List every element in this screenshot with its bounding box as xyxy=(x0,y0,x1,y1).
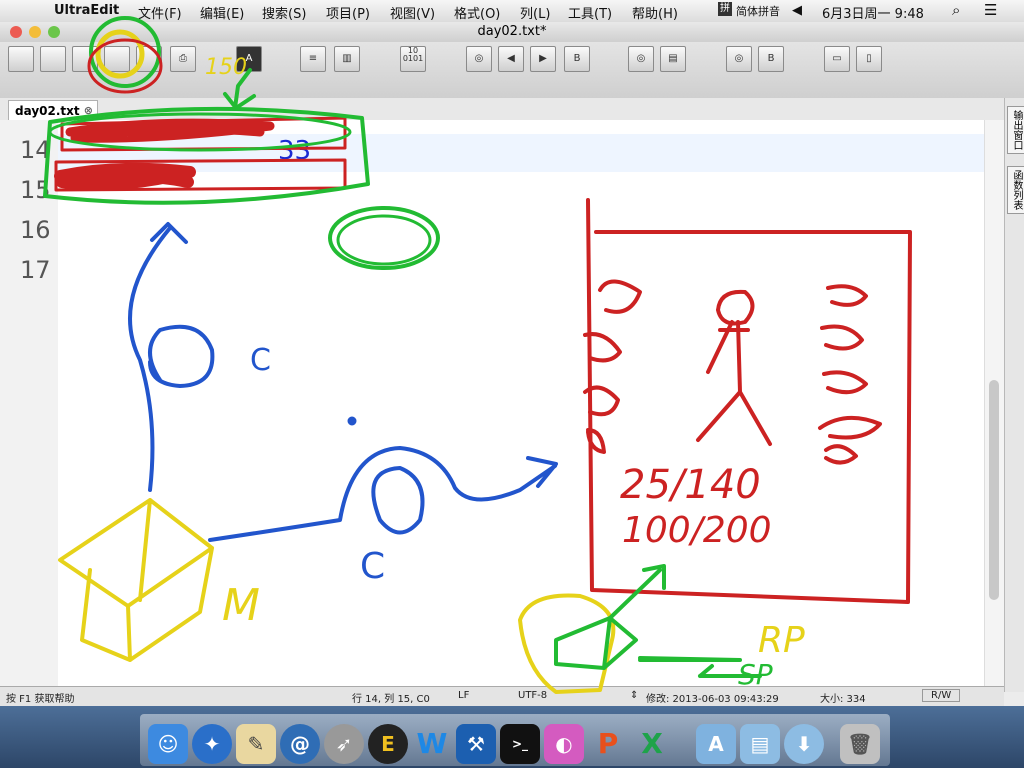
menu-tools[interactable]: 工具(T) xyxy=(568,3,612,22)
find-previous-icon[interactable]: ◀ xyxy=(498,46,524,72)
line-number-gutter: 14 15 16 17 xyxy=(0,120,58,692)
xcode-icon[interactable]: ⚒ xyxy=(456,724,496,764)
hex-mode-icon[interactable]: 10 0101 xyxy=(400,46,426,72)
notification-list-icon[interactable]: ☰ xyxy=(984,1,997,19)
split-horizontal-icon[interactable]: ▭ xyxy=(824,46,850,72)
window-title: day02.txt* xyxy=(477,24,547,39)
find-in-files-icon[interactable]: ◎ xyxy=(628,46,654,72)
tab-bar: day02.txt ⊗ xyxy=(0,98,1004,121)
annotation-m: M xyxy=(222,580,260,631)
project-find-icon[interactable]: ◎ xyxy=(726,46,752,72)
menu-column[interactable]: 列(L) xyxy=(520,3,550,22)
menu-bar: UltraEdit 文件(F) 编辑(E) 搜索(S) 项目(P) 视图(V) … xyxy=(0,0,1024,23)
annotation-150: 150 xyxy=(205,55,247,80)
vertical-scroll-thumb[interactable] xyxy=(989,380,999,600)
menu-edit[interactable]: 编辑(E) xyxy=(200,3,244,22)
menu-search[interactable]: 搜索(S) xyxy=(262,3,306,22)
dock: ☺ ✦ ✎ @ ➶ E W ⚒ >_ ◐ P X A ▤ ⬇ 🗑 xyxy=(0,706,1024,768)
ultraedit-icon[interactable]: E xyxy=(368,724,408,764)
new-file-icon[interactable] xyxy=(8,46,34,72)
status-position: 行 14, 列 15, C0 xyxy=(352,694,430,705)
dock-shelf: ☺ ✦ ✎ @ ➶ E W ⚒ >_ ◐ P X A ▤ ⬇ 🗑 xyxy=(140,714,890,766)
tab-label: day02.txt xyxy=(15,104,80,118)
ultraedit-window: day02.txt* ⎙ A ≡ ▥ 10 0101 ◎ ◀ ▶ B ◎ ▤ ◎ … xyxy=(0,22,1024,707)
tab-close-icon[interactable]: ⊗ xyxy=(84,101,93,121)
menu-file[interactable]: 文件(F) xyxy=(138,3,182,22)
safari-icon[interactable]: ✦ xyxy=(192,724,232,764)
annotation-c-upper: C xyxy=(250,343,271,378)
annotation-c-lower: C xyxy=(360,546,386,587)
menu-format[interactable]: 格式(O) xyxy=(454,3,500,22)
input-method-label[interactable]: 简体拼音 xyxy=(736,3,780,19)
status-help: 按 F1 获取帮助 xyxy=(6,694,75,705)
editor-area[interactable]: 14 15 16 17 33 xyxy=(0,120,1005,692)
tab-day02[interactable]: day02.txt ⊗ xyxy=(8,100,98,120)
side-panel: 输出窗口 函数列表 xyxy=(1004,98,1024,692)
list-icon[interactable]: ≡ xyxy=(300,46,326,72)
column-mode-icon[interactable]: ▥ xyxy=(334,46,360,72)
split-vertical-icon[interactable]: ▯ xyxy=(856,46,882,72)
launchpad-icon[interactable]: ➶ xyxy=(324,724,364,764)
documents-folder-icon[interactable]: ▤ xyxy=(740,724,780,764)
save-icon[interactable] xyxy=(104,46,130,72)
replace-icon[interactable]: B xyxy=(564,46,590,72)
encoding-stepper-icon[interactable]: ⇕ xyxy=(630,690,638,701)
status-mode[interactable]: R/W xyxy=(922,689,961,702)
menu-view[interactable]: 视图(V) xyxy=(390,3,435,22)
find-next-icon[interactable]: ▶ xyxy=(530,46,556,72)
applications-folder-icon[interactable]: A xyxy=(696,724,736,764)
line-number: 14 xyxy=(20,136,51,164)
toolbar: ⎙ A ≡ ▥ 10 0101 ◎ ◀ ▶ B ◎ ▤ ◎ B ▭ ▯ xyxy=(0,42,1024,99)
status-size: 大小: 334 xyxy=(820,694,866,705)
menu-project[interactable]: 项目(P) xyxy=(326,3,370,22)
line14-text: 33 xyxy=(278,136,312,166)
vertical-scrollbar[interactable] xyxy=(984,120,1005,692)
excel-icon[interactable]: X xyxy=(632,724,672,764)
line-number: 16 xyxy=(20,216,51,244)
current-line-highlight xyxy=(58,134,988,172)
replace-in-files-icon[interactable]: ▤ xyxy=(660,46,686,72)
output-window-button[interactable]: 输出窗口 xyxy=(1007,106,1024,154)
project-replace-icon[interactable]: B xyxy=(758,46,784,72)
clock[interactable]: 6月3日周一 9:48 xyxy=(822,3,924,22)
input-method-icon[interactable]: 拼 xyxy=(718,2,732,16)
print-icon[interactable]: ⎙ xyxy=(170,46,196,72)
pill-app-icon[interactable]: ◐ xyxy=(544,724,584,764)
status-line-ending: LF xyxy=(458,690,470,701)
annotation-fraction-2: 100/200 xyxy=(622,510,772,551)
textedit-icon[interactable]: ✎ xyxy=(236,724,276,764)
line-number: 17 xyxy=(20,256,51,284)
annotation-sp: SP xyxy=(738,658,773,691)
spotlight-search-icon[interactable]: ⌕ xyxy=(952,1,960,19)
downloads-folder-icon[interactable]: ⬇ xyxy=(784,724,824,764)
save-all-icon[interactable] xyxy=(136,46,162,72)
line-number: 15 xyxy=(20,176,51,204)
status-encoding[interactable]: UTF-8 xyxy=(518,690,547,701)
title-bar: day02.txt* xyxy=(0,22,1024,42)
app-store-icon[interactable]: @ xyxy=(280,724,320,764)
find-icon[interactable]: ◎ xyxy=(466,46,492,72)
open-file-icon[interactable] xyxy=(40,46,66,72)
powerpoint-icon[interactable]: P xyxy=(588,724,628,764)
menu-help[interactable]: 帮助(H) xyxy=(632,3,678,22)
status-modified: 修改: 2013-06-03 09:43:29 xyxy=(646,694,779,705)
app-menu[interactable]: UltraEdit xyxy=(54,3,119,18)
status-bar: 按 F1 获取帮助 行 14, 列 15, C0 LF UTF-8 ⇕ 修改: … xyxy=(0,686,1004,707)
word-icon[interactable]: W xyxy=(412,724,452,764)
function-list-button[interactable]: 函数列表 xyxy=(1007,166,1024,214)
annotation-rp: RP xyxy=(758,620,805,661)
terminal-icon[interactable]: >_ xyxy=(500,724,540,764)
annotation-fraction-1: 25/140 xyxy=(620,462,761,508)
close-file-icon[interactable] xyxy=(72,46,98,72)
trash-icon[interactable]: 🗑 xyxy=(840,724,880,764)
volume-icon[interactable]: ◀ xyxy=(792,3,802,18)
finder-icon[interactable]: ☺ xyxy=(148,724,188,764)
